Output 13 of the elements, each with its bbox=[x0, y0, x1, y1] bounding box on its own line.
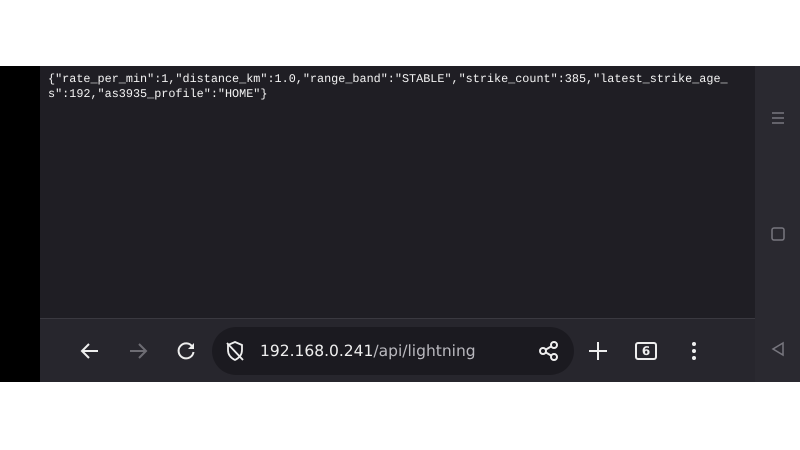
json-text: s":192,"as3935_profile":"HOME"} bbox=[48, 87, 268, 102]
more-icon bbox=[691, 340, 697, 360]
address-bar[interactable]: 192.168.0.241/api/lightning bbox=[212, 326, 574, 374]
reload-icon bbox=[175, 340, 197, 362]
json-text: {"rate_per_min":1,"distance_km":1.0,"range_band":"STABLE","strike_count":385,"latest_strike_age_ bbox=[48, 72, 729, 87]
plus-icon bbox=[587, 340, 609, 362]
home-square-icon[interactable] bbox=[770, 226, 786, 242]
menu-icon[interactable] bbox=[770, 110, 786, 126]
shield-slash-icon bbox=[224, 340, 246, 362]
tab-count-button[interactable]: 6 bbox=[635, 342, 657, 360]
share-icon[interactable] bbox=[538, 340, 560, 362]
url-text: 192.168.0.241/api/lightning bbox=[260, 342, 477, 360]
back-triangle-icon[interactable] bbox=[770, 341, 786, 357]
